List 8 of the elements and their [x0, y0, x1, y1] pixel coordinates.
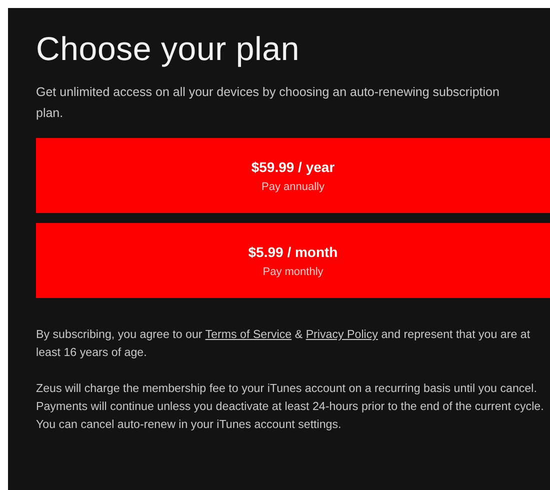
- consent-text: By subscribing, you agree to our Terms of Service & Privacy Policy and represent that you are at least 16 years of age.: [36, 327, 532, 361]
- plan-button[interactable]: $59.99 / year Pay annually: [36, 138, 550, 213]
- subtitle: Get unlimited access on all your devices by choosing an auto-renewing subscription plan.: [36, 84, 500, 122]
- billing-note: Zeus will charge the membership fee to your iTunes account on a recurring basis until you cancel. Payments will continue unless you deactivate at least 24-hours prior to the end of the current cycle. You can cancel auto-renew in your iTunes account settings.: [36, 381, 545, 433]
- policy-link[interactable]: Terms of Service: [205, 328, 292, 341]
- policy-link[interactable]: Privacy Policy: [306, 328, 378, 341]
- screen-title: Choose your plan: [36, 30, 300, 68]
- plan-button[interactable]: $5.99 / month Pay monthly: [36, 223, 550, 298]
